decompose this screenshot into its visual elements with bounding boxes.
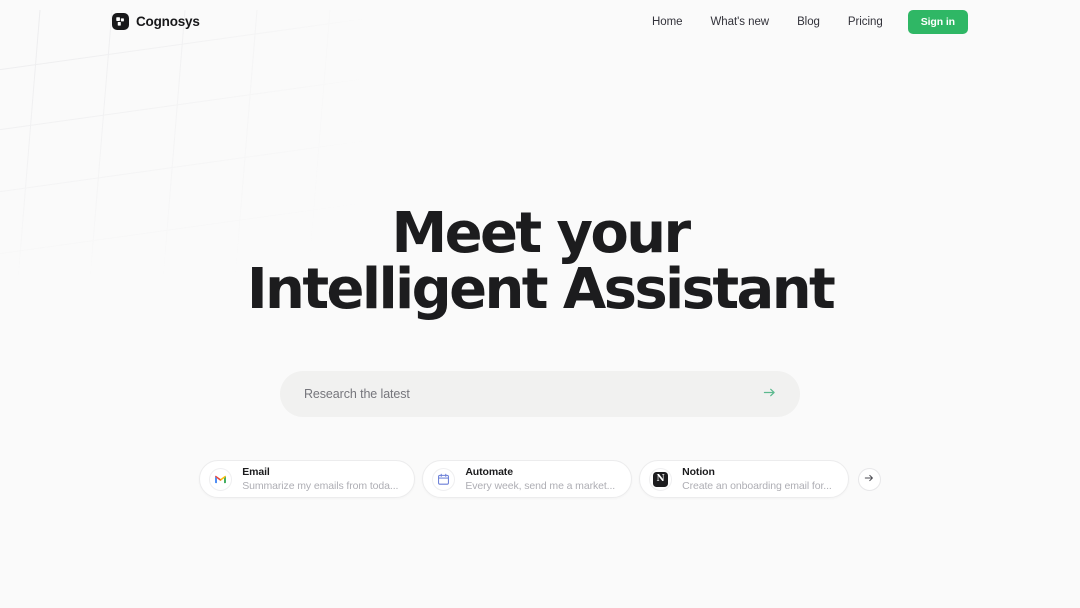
suggestion-subtitle: Every week, send me a market...: [465, 479, 616, 492]
brand-name: Cognosys: [136, 14, 200, 29]
suggestions-next-button[interactable]: [857, 467, 881, 491]
arrow-right-icon: [863, 472, 875, 487]
nav-link-whats-new[interactable]: What's new: [696, 12, 783, 32]
suggestion-title: Email: [242, 466, 270, 479]
calendar-icon: [432, 467, 456, 491]
search-submit-button[interactable]: [760, 385, 778, 403]
search-bar[interactable]: [280, 371, 800, 417]
notion-icon: N: [649, 467, 673, 491]
arrow-right-icon: [762, 385, 777, 403]
site-header: Cognosys Home What's new Blog Pricing Si…: [0, 0, 1080, 43]
suggestion-subtitle: Create an onboarding email for...: [682, 479, 832, 492]
hero-section: Meet your Intelligent Assistant Research…: [0, 43, 1080, 498]
gmail-icon: [209, 467, 233, 491]
suggestion-cards: Email Summarize my emails from toda... A…: [199, 460, 881, 498]
search-input[interactable]: [304, 387, 760, 401]
suggestion-title: Automate: [465, 466, 513, 479]
brand-logo[interactable]: Cognosys: [112, 13, 200, 30]
suggestion-title: Notion: [682, 466, 715, 479]
suggestion-card-email[interactable]: Email Summarize my emails from toda...: [199, 460, 416, 498]
suggestion-subtitle: Summarize my emails from toda...: [242, 479, 399, 492]
suggestion-card-notion[interactable]: N Notion Create an onboarding email for.…: [639, 460, 849, 498]
nav-link-blog[interactable]: Blog: [783, 12, 834, 32]
nav-link-pricing[interactable]: Pricing: [834, 12, 897, 32]
cognosys-pinwheel-icon: [112, 13, 129, 30]
main-nav: Home What's new Blog Pricing Sign in: [638, 9, 968, 34]
sign-in-button[interactable]: Sign in: [907, 9, 968, 34]
page-title: Meet your Intelligent Assistant: [246, 201, 836, 322]
nav-link-home[interactable]: Home: [638, 12, 696, 32]
suggestion-card-automate[interactable]: Automate Every week, send me a market...: [422, 460, 633, 498]
